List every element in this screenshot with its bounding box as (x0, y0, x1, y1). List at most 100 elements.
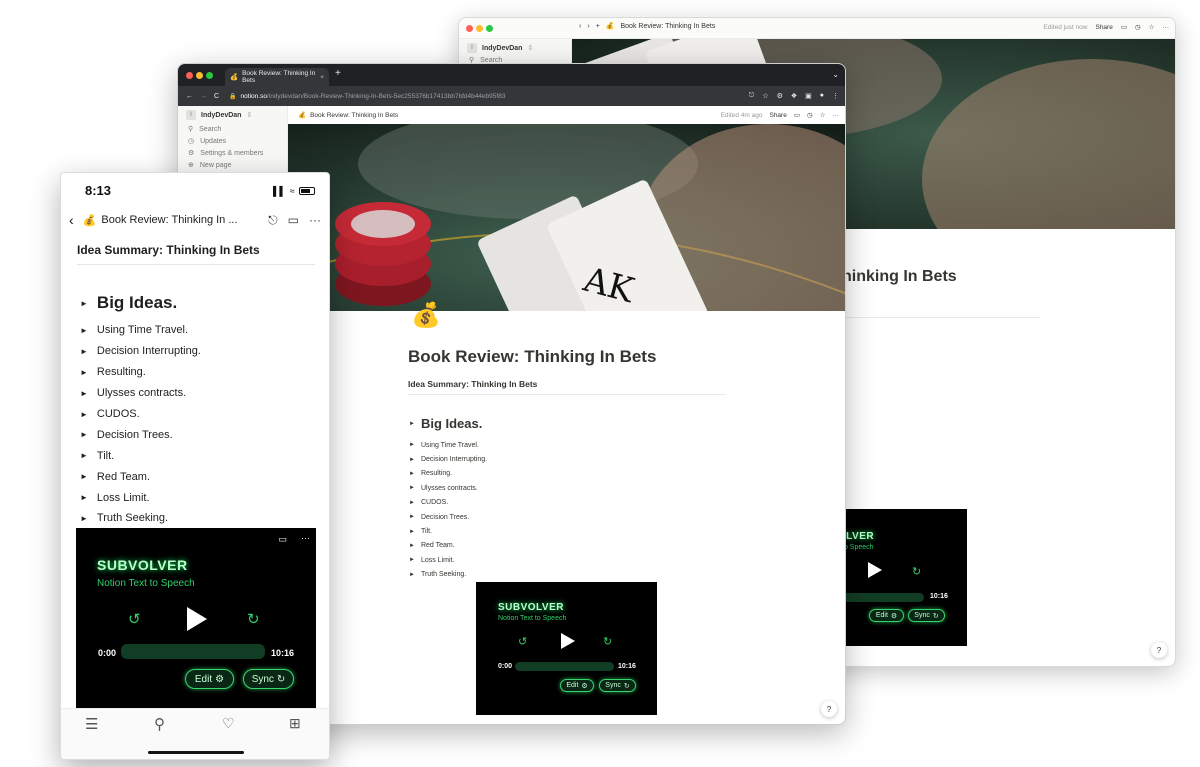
toggle-item[interactable]: ► CUDOS. (409, 496, 487, 510)
toggle-triangle-icon[interactable]: ► (409, 471, 415, 477)
toggle-item[interactable]: ► Loss Limit. (409, 553, 487, 567)
bookmark-star-icon[interactable]: ☆ (762, 92, 768, 100)
help-button[interactable]: ? (821, 701, 837, 717)
toggle-triangle-icon[interactable]: ► (409, 421, 415, 427)
toggle-big-ideas[interactable]: ► Big Ideas. (80, 293, 177, 313)
rewind-10-icon[interactable]: ↺ (518, 635, 527, 648)
toggle-item[interactable]: ► Decision Trees. (409, 510, 487, 524)
toggle-big-ideas[interactable]: ► Big Ideas. (409, 416, 482, 431)
toggle-triangle-icon[interactable]: ► (409, 500, 415, 506)
workspace-switcher[interactable]: I IndyDevDan ⇕ (467, 43, 533, 53)
more-icon[interactable]: ··· (301, 533, 310, 543)
sync-button[interactable]: Sync ↻ (599, 679, 636, 692)
toggle-triangle-icon[interactable]: ► (409, 543, 415, 549)
sidebar-item-settings[interactable]: ⚙ Settings & members (188, 149, 263, 158)
toggle-item[interactable]: ► Decision Trees. (80, 424, 201, 445)
toggle-item[interactable]: ► Ulysses contracts. (80, 383, 201, 404)
toggle-item[interactable]: ► Truth Seeking. (409, 568, 487, 582)
toggle-item[interactable]: ► Tilt. (409, 524, 487, 538)
url-bar[interactable]: 🔒 notion.so/indydevdan/Book-Review-Think… (229, 93, 505, 100)
workspace-switcher[interactable]: I IndyDevDan ⇕ (186, 110, 252, 120)
more-icon[interactable]: ··· (1163, 24, 1170, 31)
page-breadcrumb[interactable]: Book Review: Thinking In Bets (621, 23, 716, 30)
toggle-item[interactable]: ► Truth Seeking. (80, 508, 201, 529)
minimize-dot[interactable] (476, 25, 483, 32)
toggle-triangle-icon[interactable]: ► (80, 472, 88, 481)
toggle-triangle-icon[interactable]: ► (80, 299, 88, 308)
sidebar-item-updates[interactable]: ◷ Updates (188, 137, 226, 146)
new-tab-icon[interactable]: + (335, 68, 341, 79)
avatar[interactable]: ● (820, 92, 824, 100)
toggle-triangle-icon[interactable]: ► (409, 557, 415, 563)
edit-button[interactable]: Edit ⚙ (869, 609, 904, 622)
close-dot[interactable] (466, 25, 473, 32)
back-arrow-icon[interactable]: ‹ (579, 23, 581, 30)
tab-search-icon[interactable]: ⌄ (832, 70, 839, 79)
back-chevron-icon[interactable]: ‹ (69, 212, 74, 228)
list-icon[interactable]: ☰ (85, 715, 98, 733)
toggle-triangle-icon[interactable]: ► (409, 529, 415, 535)
share-button[interactable]: Share (1095, 24, 1112, 31)
toggle-item[interactable]: ► Using Time Travel. (80, 320, 201, 341)
forward-arrow-icon[interactable]: › (587, 23, 589, 30)
play-icon[interactable] (187, 607, 207, 631)
close-tab-icon[interactable]: × (320, 74, 324, 81)
comment-icon[interactable]: ▭ (1121, 23, 1127, 31)
progress-bar[interactable] (121, 644, 265, 659)
toggle-item[interactable]: ► Decision Interrupting. (409, 452, 487, 466)
toggle-item[interactable]: ► Using Time Travel. (409, 438, 487, 452)
puzzle-icon[interactable]: ❖ (791, 92, 797, 100)
edit-button[interactable]: Edit ⚙ (560, 679, 594, 692)
forward-10-icon[interactable]: ↻ (912, 565, 921, 578)
toggle-item[interactable]: ► Red Team. (80, 466, 201, 487)
progress-bar[interactable] (515, 662, 614, 671)
search-icon[interactable]: ⚲ (154, 715, 165, 733)
comment-icon[interactable]: ▭ (288, 213, 299, 227)
rewind-10-icon[interactable]: ↺ (128, 610, 141, 628)
sidepanel-icon[interactable]: ▣ (805, 92, 812, 100)
toggle-item[interactable]: ► Tilt. (80, 445, 201, 466)
toggle-triangle-icon[interactable]: ► (409, 457, 415, 463)
play-icon[interactable] (561, 633, 575, 649)
minimize-dot[interactable] (196, 72, 203, 79)
page-icon-moneybag[interactable]: 💰 (411, 301, 441, 330)
comment-icon[interactable]: ▭ (278, 534, 287, 545)
zoom-dot[interactable] (206, 72, 213, 79)
progress-bar[interactable] (842, 593, 924, 602)
reload-icon[interactable]: C (214, 93, 219, 100)
sidebar-item-search[interactable]: ⚲ Search (188, 125, 221, 134)
clock-icon[interactable]: ◷ (807, 111, 813, 119)
clock-icon[interactable]: ◷ (1135, 23, 1141, 31)
breadcrumb[interactable]: Book Review: Thinking In Bets (310, 112, 398, 119)
menu-icon[interactable]: ⋮ (832, 92, 839, 100)
header-title[interactable]: Book Review: Thinking In ... (101, 214, 237, 226)
more-icon[interactable]: ··· (309, 213, 321, 227)
browser-tab[interactable]: 💰 Book Review: Thinking In Bets × (225, 68, 329, 86)
star-icon[interactable]: ☆ (820, 111, 826, 119)
toggle-triangle-icon[interactable]: ► (80, 451, 88, 460)
star-icon[interactable]: ☆ (1149, 23, 1155, 31)
toggle-triangle-icon[interactable]: ► (80, 514, 88, 523)
zoom-dot[interactable] (486, 25, 493, 32)
toggle-item[interactable]: ► Loss Limit. (80, 487, 201, 508)
new-page-icon[interactable]: ⊞ (289, 715, 301, 732)
back-arrow-icon[interactable]: ← (186, 93, 193, 100)
forward-10-icon[interactable]: ↻ (247, 610, 260, 628)
help-button[interactable]: ? (1151, 642, 1167, 658)
toggle-triangle-icon[interactable]: ► (409, 514, 415, 520)
close-dot[interactable] (186, 72, 193, 79)
toggle-item[interactable]: ► Decision Interrupting. (80, 341, 201, 362)
toggle-triangle-icon[interactable]: ► (80, 430, 88, 439)
toggle-triangle-icon[interactable]: ► (80, 410, 88, 419)
extension-icon[interactable]: ⚙ (777, 92, 783, 100)
toggle-triangle-icon[interactable]: ► (80, 368, 88, 377)
toggle-item[interactable]: ► Resulting. (80, 362, 201, 383)
toggle-item[interactable]: ► CUDOS. (80, 404, 201, 425)
sync-button[interactable]: Sync ↻ (908, 609, 945, 622)
toggle-item[interactable]: ► Resulting. (409, 467, 487, 481)
comment-icon[interactable]: ▭ (794, 111, 800, 119)
toggle-item[interactable]: ► Ulysses contracts. (409, 481, 487, 495)
share-icon[interactable]: ⎋ (268, 213, 278, 228)
toggle-triangle-icon[interactable]: ► (409, 485, 415, 491)
edit-button[interactable]: Edit ⚙ (185, 669, 234, 689)
